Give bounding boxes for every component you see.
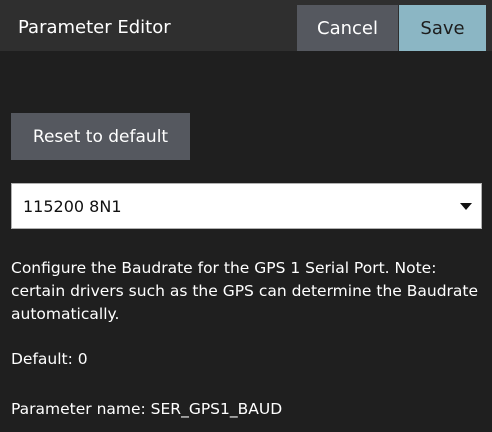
dropdown-selected-value: 115200 8N1 (23, 197, 122, 216)
value-dropdown[interactable]: 115200 8N1 (11, 183, 482, 229)
parameter-description: Configure the Baudrate for the GPS 1 Ser… (11, 259, 479, 323)
save-button[interactable]: Save (399, 5, 486, 51)
cancel-button[interactable]: Cancel (297, 5, 398, 51)
reset-to-default-button[interactable]: Reset to default (11, 113, 190, 160)
default-value-text: Default: 0 (11, 350, 88, 368)
header-bar: Parameter Editor Cancel Save (0, 0, 492, 51)
parameter-name-text: Parameter name: SER_GPS1_BAUD (11, 400, 283, 418)
chevron-down-icon (460, 203, 472, 210)
dialog-title: Parameter Editor (18, 17, 171, 38)
